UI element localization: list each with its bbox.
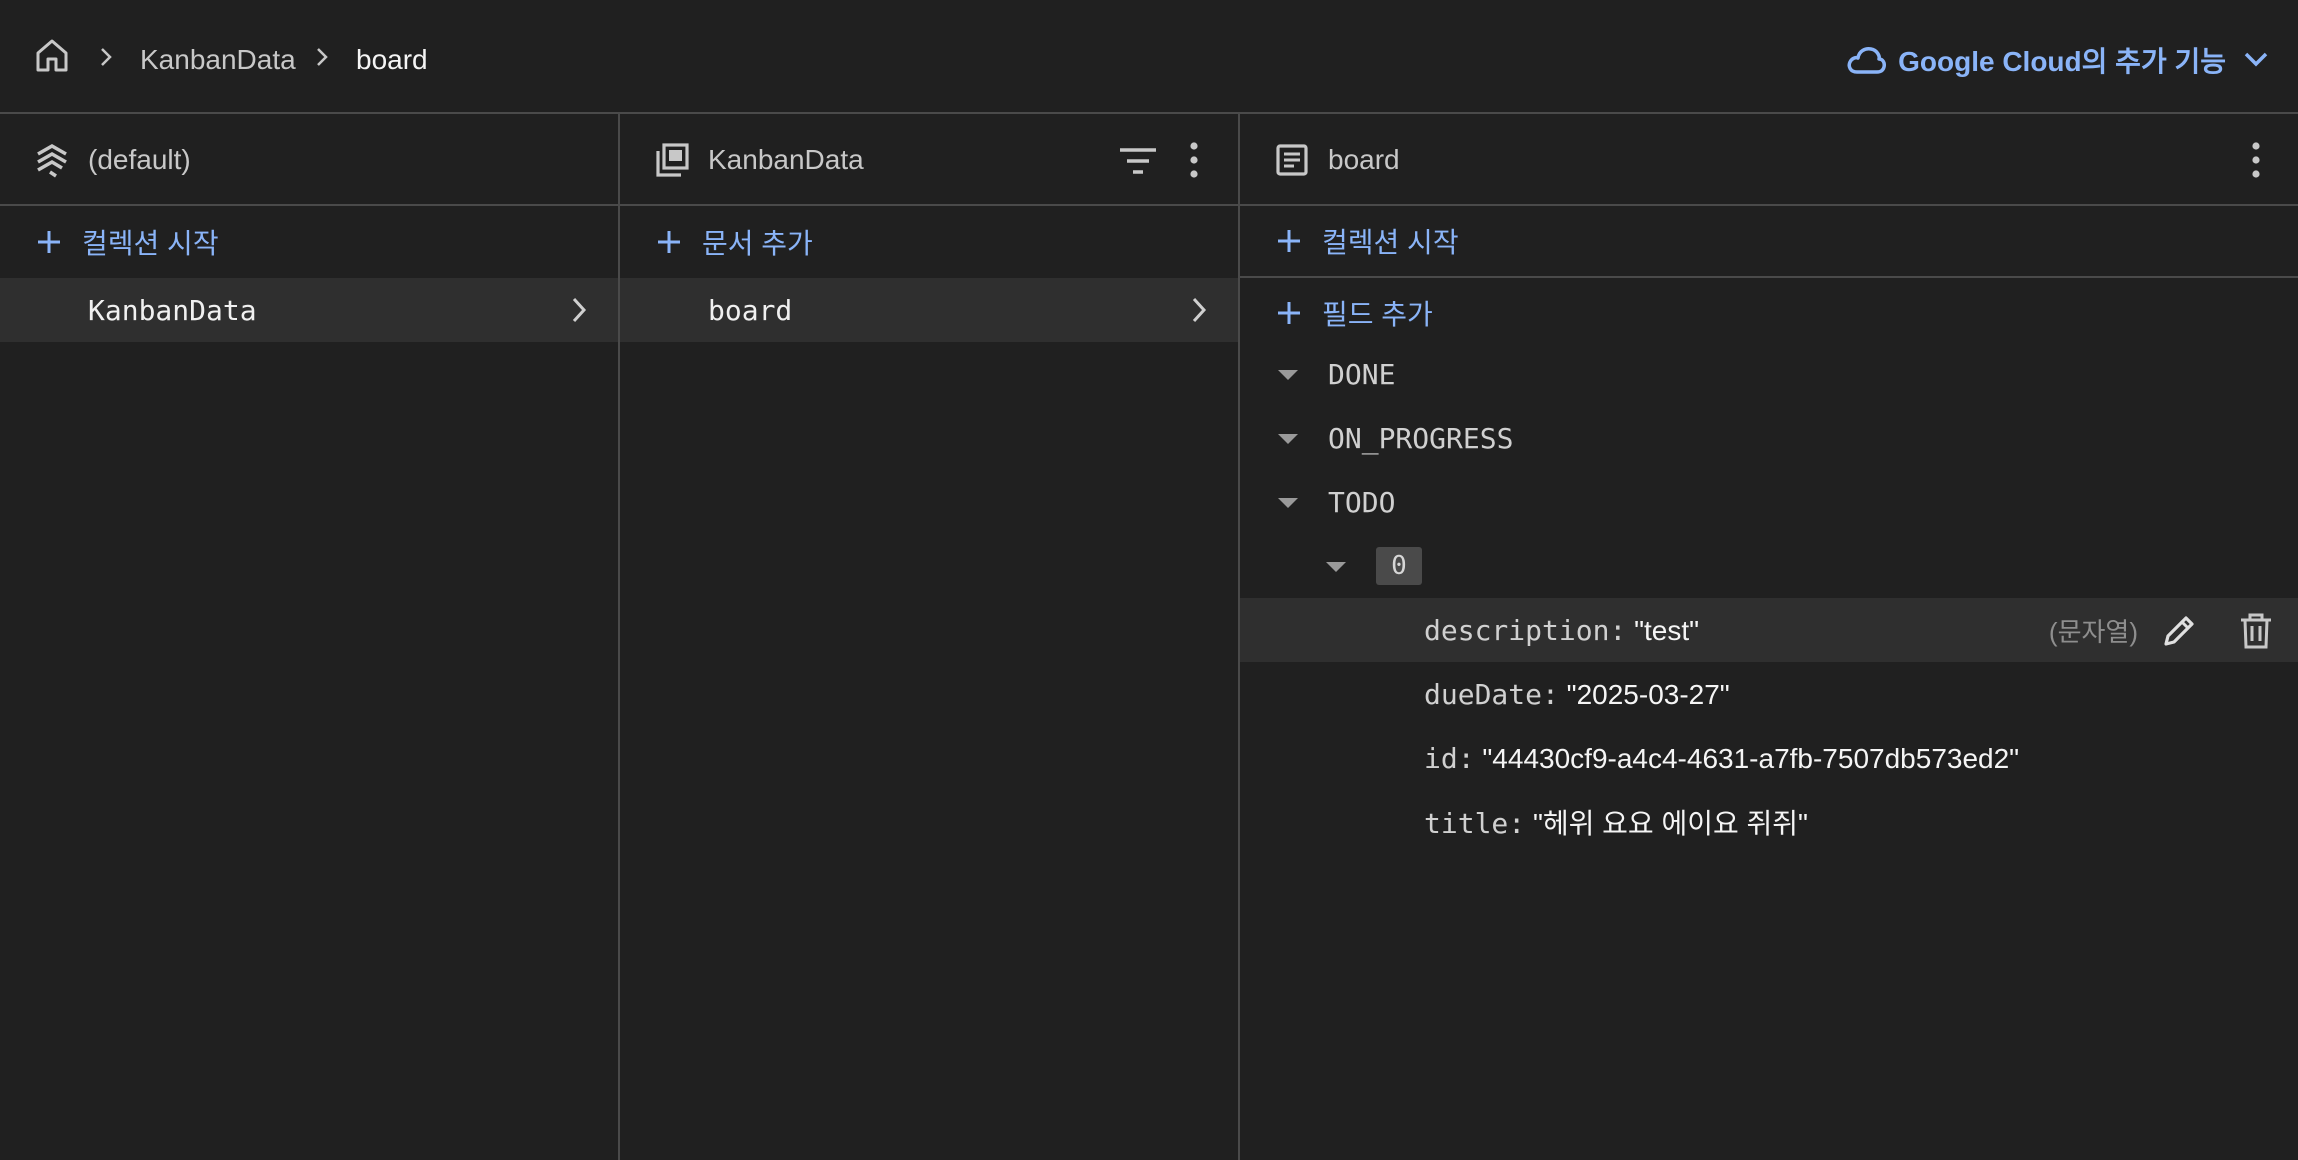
plus-icon: [38, 231, 60, 253]
document-panel: board 컬렉션 시작 필드 추가 DONE ON_PROGRESS TODO…: [1240, 114, 2298, 1160]
collection-panel-header: KanbanData: [620, 114, 1238, 206]
start-subcollection-label: 컬렉션 시작: [1322, 227, 1459, 258]
expand-caret-icon[interactable]: [1278, 434, 1298, 444]
home-icon[interactable]: [33, 36, 71, 74]
field-row-id[interactable]: id: "44430cf9-a4c4-4631-a7fb-7507db573ed…: [1240, 726, 2298, 790]
plus-icon: [1278, 302, 1300, 324]
plus-icon: [1278, 230, 1300, 252]
edit-pencil-icon[interactable]: [2160, 612, 2198, 650]
field-row-todo[interactable]: TODO: [1240, 470, 2298, 534]
chevron-right-icon: [1192, 297, 1207, 323]
collection-panel: KanbanData 문서 추가 board: [620, 114, 1240, 1160]
chevron-right-icon: [317, 48, 328, 66]
collection-panel-title: KanbanData: [708, 144, 864, 175]
expand-caret-icon[interactable]: [1278, 498, 1298, 508]
field-key: dueDate:: [1424, 677, 1559, 711]
more-vert-icon[interactable]: [1188, 140, 1200, 180]
document-icon: [1276, 144, 1308, 176]
field-row-done[interactable]: DONE: [1240, 342, 2298, 406]
field-key: ON_PROGRESS: [1328, 421, 1514, 455]
google-cloud-label: Google Cloud의 추가 기능: [1898, 46, 2226, 77]
chevron-down-icon: [2244, 52, 2268, 67]
field-row-duedate[interactable]: dueDate: "2025-03-27": [1240, 662, 2298, 726]
field-row-title[interactable]: title: "헤위 요요 에이요 쥐쥐": [1240, 790, 2298, 854]
google-cloud-extras-button[interactable]: Google Cloud의 추가 기능: [1846, 40, 2268, 80]
collection-icon: [656, 143, 689, 177]
expand-caret-icon[interactable]: [1326, 562, 1346, 572]
array-index-badge: 0: [1376, 547, 1422, 585]
breadcrumb-board[interactable]: board: [356, 40, 428, 80]
chevron-right-icon: [572, 297, 587, 323]
field-key: id:: [1424, 741, 1475, 775]
add-document-button[interactable]: 문서 추가: [620, 206, 1238, 278]
field-row-on-progress[interactable]: ON_PROGRESS: [1240, 406, 2298, 470]
document-panel-header: board: [1240, 114, 2298, 206]
top-bar: KanbanData board Google Cloud의 추가 기능: [0, 0, 2298, 114]
expand-caret-icon[interactable]: [1278, 370, 1298, 380]
list-item-board[interactable]: board: [620, 278, 1238, 342]
field-value: "test": [1634, 614, 1700, 646]
breadcrumb-kanbandata[interactable]: KanbanData: [140, 40, 296, 80]
add-field-label: 필드 추가: [1322, 299, 1433, 330]
filter-icon[interactable]: [1118, 144, 1158, 178]
root-panel-header: (default): [0, 114, 618, 206]
field-key: DONE: [1328, 357, 1396, 391]
add-document-label: 문서 추가: [702, 228, 813, 259]
field-key: title:: [1424, 807, 1526, 840]
field-row-todo-0[interactable]: 0: [1240, 534, 2298, 598]
field-type-label: (문자열): [2048, 616, 2138, 647]
document-panel-title: board: [1328, 144, 1400, 175]
root-panel-title: (default): [88, 144, 191, 175]
list-item-kanbandata[interactable]: KanbanData: [0, 278, 618, 342]
plus-icon: [658, 231, 680, 253]
field-value: "2025-03-27": [1566, 678, 1730, 710]
root-panel: (default) 컬렉션 시작 KanbanData: [0, 114, 620, 1160]
chevron-right-icon: [101, 48, 112, 66]
start-collection-button[interactable]: 컬렉션 시작: [0, 206, 618, 278]
add-field-button[interactable]: 필드 추가: [1240, 278, 2298, 348]
start-collection-label: 컬렉션 시작: [82, 228, 219, 259]
field-value: "44430cf9-a4c4-4631-a7fb-7507db573ed2": [1482, 742, 2020, 774]
field-key: TODO: [1328, 485, 1396, 519]
more-vert-icon[interactable]: [2250, 140, 2262, 180]
delete-trash-icon[interactable]: [2238, 612, 2274, 650]
document-name: board: [708, 293, 793, 327]
cloud-icon: [1847, 47, 1887, 74]
field-value: "헤위 요요 에이요 쥐쥐": [1532, 808, 1808, 839]
field-row-description[interactable]: description: "test" (문자열): [1240, 598, 2298, 662]
database-layers-icon: [37, 143, 67, 178]
collection-name: KanbanData: [88, 293, 257, 327]
field-key: description:: [1424, 613, 1627, 647]
start-subcollection-button[interactable]: 컬렉션 시작: [1240, 206, 2298, 278]
